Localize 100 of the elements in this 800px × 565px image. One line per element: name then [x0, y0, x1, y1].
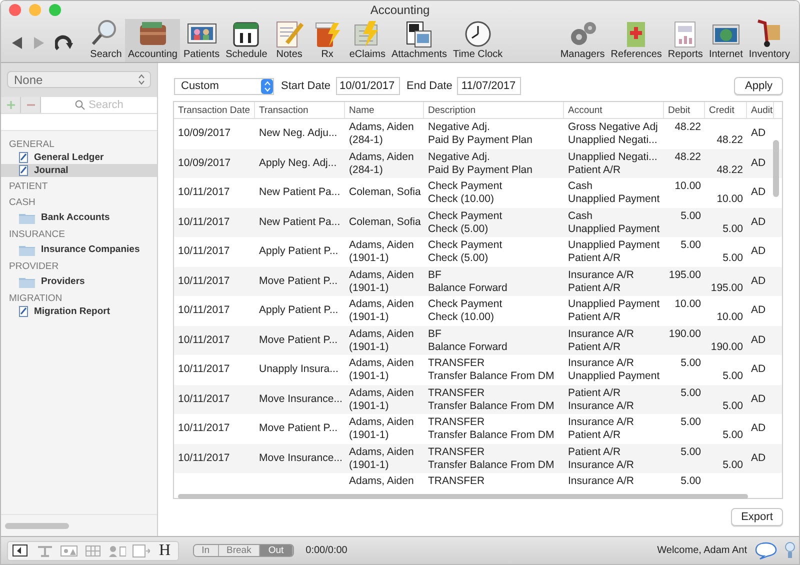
- person-document-icon[interactable]: [108, 544, 126, 558]
- table-cell: AD: [751, 334, 766, 346]
- table-cell: 10.00: [716, 311, 743, 323]
- table-cell: 10/11/2017: [178, 422, 230, 436]
- toolbar-button[interactable]: eClaims: [346, 19, 388, 62]
- sidebar-item[interactable]: Migration Report: [1, 305, 157, 318]
- column-header[interactable]: Description: [424, 102, 564, 118]
- toolbar-button[interactable]: Attachments: [388, 19, 450, 62]
- toolbar-button[interactable]: H: [156, 542, 174, 560]
- table-cell: 48.22: [674, 121, 701, 133]
- table-cell: 10.00: [674, 298, 701, 310]
- toolbar-button[interactable]: Rx: [308, 19, 346, 62]
- scrollbar-thumb[interactable]: [178, 494, 748, 499]
- table-cell: TRANSFER Transfer Balance From DM: [428, 357, 554, 382]
- table-cell: Insurance A/R Unapplied Payment: [568, 357, 660, 382]
- table-cell: Negative Adj. Paid By Payment Plan: [428, 150, 532, 176]
- add-button[interactable]: [1, 97, 21, 113]
- speech-bubble-icon[interactable]: [755, 542, 777, 560]
- toolbar-button[interactable]: Managers: [557, 19, 608, 62]
- toolbar-button[interactable]: Accounting: [125, 19, 180, 62]
- sidebar-item[interactable]: Bank Accounts: [1, 209, 157, 225]
- column-header[interactable]: Debit: [664, 102, 705, 118]
- table-cell: Apply Neg. Adj...: [259, 156, 337, 170]
- sidebar-item[interactable]: Providers: [1, 273, 157, 289]
- scrollbar-thumb[interactable]: [5, 522, 69, 528]
- refresh-icon[interactable]: [55, 35, 73, 51]
- toolbar-button[interactable]: Schedule: [222, 19, 270, 62]
- sidebar-item[interactable]: Insurance Companies: [1, 241, 157, 257]
- table-cell: AD: [751, 452, 766, 464]
- filter-popup[interactable]: None: [7, 71, 151, 88]
- section-header: MIGRATION: [8, 292, 64, 305]
- table-cell: AD: [751, 216, 766, 228]
- scrollbar-thumb[interactable]: [773, 140, 779, 197]
- toolbar-button[interactable]: Patients: [180, 19, 223, 62]
- table-cell: 5.00: [722, 252, 743, 264]
- export-button[interactable]: Export: [731, 508, 783, 526]
- date-field[interactable]: 11/07/2017: [457, 77, 522, 95]
- stepper-icon: [138, 74, 145, 85]
- table-cell: 5.00: [680, 475, 701, 487]
- field-label: End Date: [406, 80, 452, 92]
- segment-button[interactable]: In: [194, 545, 218, 556]
- tool-icon[interactable]: [36, 544, 54, 558]
- table-cell: Adams, Aiden (284-1): [349, 121, 414, 146]
- table-cell: AD: [751, 186, 766, 198]
- table-cell: Coleman, Sofia: [349, 216, 421, 229]
- column-header[interactable]: Audit: [747, 102, 774, 118]
- table-cell: Adams, Aiden (1901-1): [349, 357, 414, 382]
- forward-icon[interactable]: [33, 36, 45, 50]
- column-header[interactable]: Account: [564, 102, 664, 118]
- column-header[interactable]: Transaction: [255, 102, 345, 118]
- column-header[interactable]: Transaction Date: [174, 102, 255, 118]
- table-cell: Gross Negative Adj Unapplied Negati...: [568, 121, 658, 146]
- date-field[interactable]: 10/01/2017: [336, 77, 400, 95]
- section-header: GENERAL: [8, 138, 56, 151]
- toolbar-button[interactable]: Reports: [664, 19, 706, 62]
- table-cell: 10/11/2017: [178, 452, 230, 465]
- table-cell: Insurance A/R Patient A/R: [568, 328, 634, 352]
- table-cell: Cash Unapplied Payment: [568, 180, 660, 205]
- remove-button[interactable]: [21, 97, 41, 113]
- plus-icon: [6, 101, 14, 109]
- sidebar-item[interactable]: General Ledger: [1, 151, 157, 164]
- back-icon[interactable]: [11, 36, 23, 50]
- table-cell: Check Payment Check (5.00): [428, 239, 502, 264]
- table-cell: AD: [751, 274, 766, 286]
- segment-button[interactable]: Break: [218, 545, 260, 556]
- panel-toggle-icon[interactable]: [12, 544, 30, 558]
- note-icon: [19, 152, 28, 163]
- table-cell: 10.00: [674, 180, 701, 192]
- table-cell: New Neg. Adju...: [259, 127, 338, 140]
- table-cell: Move Patient P...: [259, 274, 338, 288]
- table-cell: Move Insurance...: [259, 452, 342, 465]
- table-cell: AD: [751, 156, 766, 168]
- toolbar-button[interactable]: Search: [87, 19, 125, 62]
- table-cell: Cash Unapplied Payment: [568, 210, 660, 234]
- note-icon: [19, 306, 28, 317]
- table-cell: TRANSFER Transfer Balance From DM: [428, 446, 554, 470]
- image-icon[interactable]: [60, 544, 78, 558]
- column-header[interactable]: Name: [345, 102, 424, 118]
- toolbar-button[interactable]: Notes: [270, 19, 308, 62]
- grid-icon[interactable]: [84, 544, 102, 558]
- table-cell: 5.00: [680, 357, 701, 369]
- table-cell: AD: [751, 363, 766, 375]
- range-popup[interactable]: Custom: [174, 78, 274, 94]
- column-header[interactable]: Credit: [705, 102, 747, 118]
- toolbar-button[interactable]: Time Clock: [450, 19, 506, 62]
- minimize-button[interactable]: [29, 4, 41, 16]
- table-cell: Apply Patient P...: [259, 245, 338, 258]
- table-cell: 5.00: [722, 222, 743, 234]
- close-button[interactable]: [9, 4, 21, 16]
- toolbar-button[interactable]: Internet: [706, 19, 746, 62]
- table-cell: Insurance A/R Patient A/R: [568, 416, 634, 441]
- toolbar-button[interactable]: Inventory: [746, 19, 793, 62]
- apply-button[interactable]: Apply: [734, 77, 783, 95]
- sidebar-item[interactable]: Journal: [1, 164, 157, 177]
- table-cell: 10.00: [716, 193, 743, 205]
- toolbar-button[interactable]: References: [608, 19, 665, 62]
- table-cell: AD: [751, 392, 766, 404]
- zoom-button[interactable]: [49, 4, 61, 16]
- table-cell: 195.00: [668, 268, 701, 280]
- light-bulb-icon[interactable]: [785, 540, 795, 560]
